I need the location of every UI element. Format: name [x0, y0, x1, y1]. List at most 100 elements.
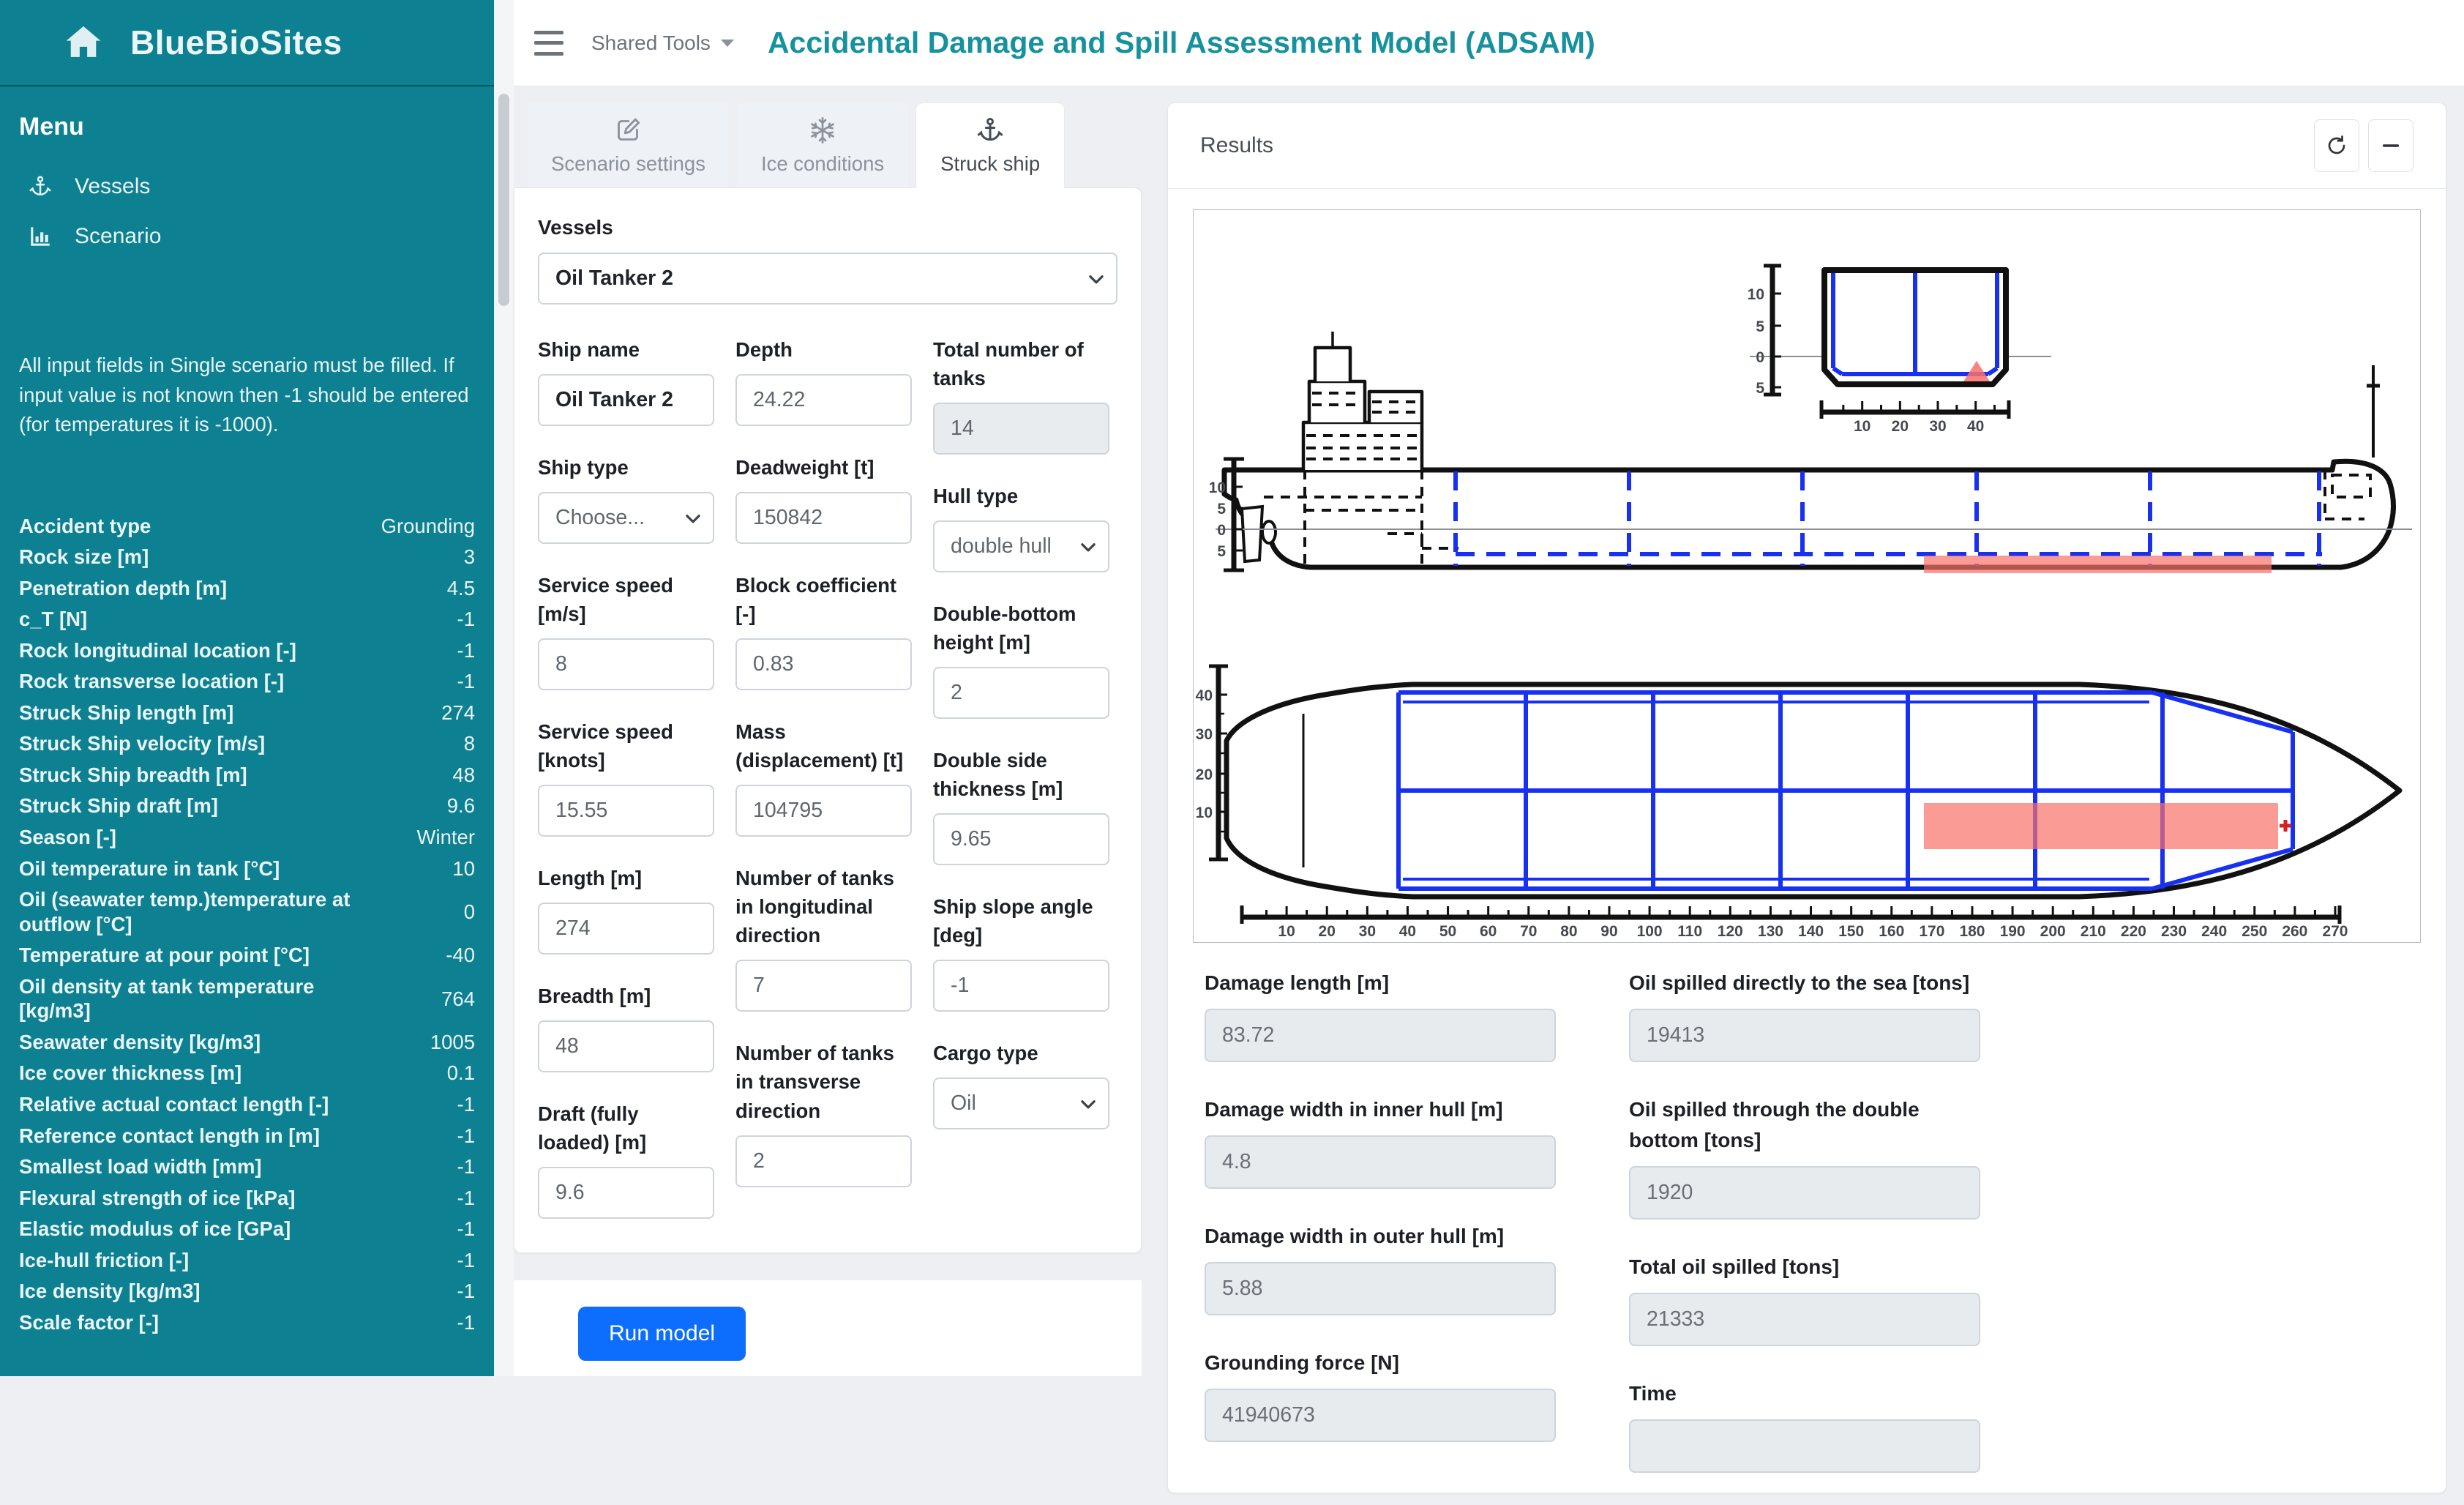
hamburger-menu-icon[interactable]: [534, 31, 563, 56]
tab-struck-ship[interactable]: Struck ship: [915, 102, 1065, 188]
svg-text:150: 150: [1838, 923, 1864, 940]
refresh-icon: [2325, 134, 2348, 157]
param-value: 3: [464, 545, 475, 569]
select-value: Choose...: [539, 506, 645, 530]
depth-input[interactable]: [737, 376, 910, 425]
output-value: [1206, 1150, 1554, 1174]
field-mass-displacement-t: Mass (displacement) [t]: [735, 717, 912, 837]
field-label: Draft (fully loaded) [m]: [538, 1099, 714, 1157]
vessels-select[interactable]: Oil Tanker 2: [538, 253, 1117, 305]
breadth-m-input[interactable]: [539, 1022, 713, 1071]
svg-text:60: 60: [1480, 923, 1497, 940]
chevron-down-icon: [1079, 537, 1098, 556]
sidebar: BlueBioSites Menu VesselsScenario All in…: [0, 0, 494, 1376]
svg-text:80: 80: [1560, 923, 1577, 940]
tab-ice-conditions[interactable]: Ice conditions: [737, 102, 908, 188]
double-bottom-height-m-input[interactable]: [935, 668, 1108, 717]
svg-text:260: 260: [2282, 923, 2307, 940]
number-of-tanks-in-longitudinal-direction-input[interactable]: [737, 961, 910, 1010]
topbar: Shared Tools Accidental Damage and Spill…: [514, 0, 2464, 86]
field-deadweight-t: Deadweight [t]: [735, 453, 912, 544]
output-label: Damage length [m]: [1205, 968, 1556, 998]
hull-type-select[interactable]: double hull: [933, 520, 1109, 572]
form-column: Ship nameShip typeChoose...Service speed…: [538, 335, 714, 1246]
param-value: 9.6: [447, 793, 475, 818]
field-label: Deadweight [t]: [735, 453, 912, 482]
field-block-coefficient: Block coefficient [-]: [735, 571, 912, 690]
bar-chart-icon: [28, 224, 53, 249]
param-value: 1005: [430, 1030, 475, 1055]
ship-name-input[interactable]: [539, 376, 713, 425]
param-label: Struck Ship draft [m]: [19, 793, 218, 818]
param-row-struck-ship-velocity-m-s: Struck Ship velocity [m/s]8: [19, 728, 475, 760]
service-speed-knots-input[interactable]: [539, 786, 713, 835]
field-double-bottom-height-m: Double-bottom height [m]: [933, 600, 1109, 719]
cargo-type-select[interactable]: Oil: [933, 1078, 1109, 1129]
tab-bar: Scenario settingsIce conditionsStruck sh…: [514, 102, 1142, 188]
double-bottom-height-m-field: [933, 667, 1109, 719]
double-side-thickness-m-input[interactable]: [935, 815, 1108, 864]
shared-tools-dropdown[interactable]: Shared Tools: [591, 31, 734, 55]
param-value: 10: [452, 856, 475, 881]
draft-fully-loaded-m-input[interactable]: [539, 1168, 713, 1217]
field-number-of-tanks-in-longitudinal-direction: Number of tanks in longitudinal directio…: [735, 864, 912, 1012]
field-label: Service speed [knots]: [538, 717, 714, 774]
sidebar-scrollbar-thumb[interactable]: [498, 94, 509, 306]
output-label: Time: [1629, 1378, 1980, 1409]
field-length-m: Length [m]: [538, 864, 714, 955]
sidebar-header: BlueBioSites: [0, 0, 494, 86]
output-value-field: [1629, 1293, 1980, 1346]
page-title: Accidental Damage and Spill Assessment M…: [768, 26, 1595, 60]
scenario-parameter-list: Accident typeGroundingRock size [m]3Pene…: [19, 510, 475, 1338]
deadweight-t-input[interactable]: [737, 493, 910, 542]
svg-text:20: 20: [1319, 923, 1336, 940]
field-hull-type: Hull typedouble hull: [933, 482, 1109, 572]
refresh-button[interactable]: [2314, 119, 2359, 172]
ship-slope-angle-deg-input[interactable]: [935, 961, 1108, 1010]
param-value: -1: [457, 1279, 475, 1304]
number-of-tanks-in-transverse-direction-input[interactable]: [737, 1137, 910, 1186]
run-model-button[interactable]: Run model: [578, 1307, 746, 1361]
sidebar-item-scenario[interactable]: Scenario: [0, 212, 494, 261]
results-title: Results: [1200, 133, 1273, 158]
select-value: Oil: [935, 1091, 976, 1116]
param-label: c_T [N]: [19, 607, 87, 632]
svg-text:140: 140: [1798, 923, 1824, 940]
field-label: Service speed [m/s]: [538, 571, 714, 628]
svg-text:10: 10: [1748, 286, 1764, 303]
sidebar-note: All input fields in Single scenario must…: [19, 351, 472, 440]
sidebar-item-vessels[interactable]: Vessels: [0, 162, 494, 212]
home-icon[interactable]: [63, 22, 104, 63]
ship-type-select[interactable]: Choose...: [538, 492, 714, 544]
svg-text:180: 180: [1959, 923, 1985, 940]
mass-displacement-t-input[interactable]: [737, 786, 910, 835]
param-label: Rock size [m]: [19, 545, 149, 569]
sidebar-scrollbar[interactable]: [494, 0, 514, 1376]
param-label: Smallest load width [mm]: [19, 1154, 262, 1179]
output-value-field: [1205, 1009, 1556, 1062]
length-m-input[interactable]: [539, 904, 713, 953]
block-coefficient-input[interactable]: [737, 640, 910, 689]
ship-side-profile-diagram: 10505: [1194, 313, 2421, 620]
output-label: Grounding force [N]: [1205, 1348, 1556, 1378]
minimize-button[interactable]: [2368, 119, 2414, 172]
svg-text:50: 50: [1439, 923, 1456, 940]
param-value: 274: [441, 701, 475, 725]
param-label: Temperature at pour point [°C]: [19, 943, 310, 968]
output-value-field: [1629, 1166, 1980, 1220]
service-speed-m-s-input[interactable]: [539, 640, 713, 689]
svg-text:210: 210: [2081, 923, 2106, 940]
output-label: Oil spilled through the double bottom [t…: [1629, 1094, 1980, 1156]
field-ship-type: Ship typeChoose...: [538, 453, 714, 544]
ship-slope-angle-deg-field: [933, 960, 1109, 1012]
output-value: [1206, 1403, 1554, 1427]
vessels-select-value: Oil Tanker 2: [539, 266, 673, 291]
tab-scenario-settings[interactable]: Scenario settings: [527, 102, 730, 188]
minus-icon: [2379, 134, 2403, 157]
caret-down-icon: [721, 40, 734, 47]
form-columns: Ship nameShip typeChoose...Service speed…: [538, 335, 1117, 1246]
outputs-right-column: Oil spilled directly to the sea [tons]Oi…: [1629, 968, 1980, 1505]
param-label: Penetration depth [m]: [19, 576, 227, 601]
input-panel: Scenario settingsIce conditionsStruck sh…: [514, 102, 1142, 1253]
param-row-flexural-strength-of-ice-kpa: Flexural strength of ice [kPa]-1: [19, 1182, 475, 1214]
